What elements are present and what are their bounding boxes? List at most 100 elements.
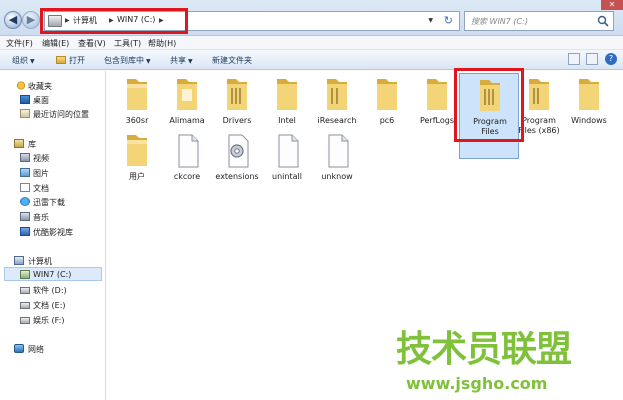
sidebar-item-network[interactable]: 网络 bbox=[0, 342, 106, 356]
sidebar-label: 库 bbox=[28, 140, 36, 149]
sidebar-item-xunlei[interactable]: 迅雷下载 bbox=[0, 195, 106, 209]
sidebar-label: 图片 bbox=[33, 169, 49, 178]
folder-icon bbox=[327, 79, 347, 110]
system-drive-icon bbox=[20, 270, 30, 279]
dropdown-arrow-icon: ▼ bbox=[146, 58, 151, 65]
sidebar-label: 文档 (E:) bbox=[33, 301, 66, 310]
close-window-button[interactable]: ✕ bbox=[601, 0, 623, 10]
sidebar-item-drive-e[interactable]: 文档 (E:) bbox=[0, 298, 106, 312]
open-button[interactable]: 打开 bbox=[56, 55, 85, 66]
sidebar-label: WIN7 (C:) bbox=[33, 270, 72, 279]
folder-icon bbox=[377, 79, 397, 110]
library-icon bbox=[14, 139, 24, 148]
dropdown-arrow-icon: ▼ bbox=[30, 58, 35, 65]
sidebar-item-documents[interactable]: 文档 bbox=[0, 181, 106, 195]
sidebar-item-youku[interactable]: 优酷影视库 bbox=[0, 225, 106, 239]
sidebar-label: 收藏夹 bbox=[28, 82, 52, 91]
folder-icon bbox=[277, 79, 297, 110]
sidebar-item-videos[interactable]: 视频 bbox=[0, 151, 106, 165]
sidebar-label: 娱乐 (F:) bbox=[33, 316, 65, 325]
watermark-url: www.jsgho.com bbox=[406, 374, 548, 393]
dropdown-arrow-icon: ▼ bbox=[188, 58, 193, 65]
forward-button[interactable]: ▶ bbox=[22, 11, 40, 29]
drive-icon bbox=[20, 317, 30, 324]
watermark: 技术员联盟 www.jsgho.com bbox=[396, 320, 596, 398]
preview-pane-icon[interactable] bbox=[586, 53, 599, 65]
video-library-icon bbox=[20, 227, 30, 236]
settings-file-icon bbox=[228, 134, 249, 168]
address-dropdown-icon[interactable]: ▼ bbox=[428, 17, 433, 24]
sidebar-label: 软件 (D:) bbox=[33, 286, 67, 295]
open-label: 打开 bbox=[69, 56, 85, 65]
video-icon bbox=[20, 153, 30, 162]
sidebar-label: 视频 bbox=[33, 154, 49, 163]
folder-icon bbox=[579, 79, 599, 110]
share-label: 共享 bbox=[170, 56, 186, 65]
star-icon bbox=[16, 81, 26, 90]
file-item[interactable]: unknow bbox=[307, 129, 367, 215]
network-icon bbox=[14, 344, 24, 353]
drive-icon bbox=[20, 287, 30, 294]
sidebar-item-pictures[interactable]: 图片 bbox=[0, 166, 106, 180]
folder-icon bbox=[127, 135, 147, 166]
search-icon[interactable] bbox=[597, 15, 609, 27]
back-button[interactable]: ◀ bbox=[4, 11, 22, 29]
menu-help[interactable]: 帮助(H) bbox=[148, 38, 176, 49]
explorer-window: ◀ ▶ ▶ 计算机 ▶ WIN7 (C:) ▶ ▼ ↻ 搜索 WIN7 (C:)… bbox=[0, 0, 623, 400]
help-icon[interactable]: ? bbox=[605, 53, 617, 65]
file-name-line: Files (x86) bbox=[518, 126, 560, 135]
search-placeholder: 搜索 WIN7 (C:) bbox=[471, 17, 528, 26]
folder-icon bbox=[529, 79, 549, 110]
document-icon bbox=[20, 183, 30, 192]
sidebar-item-recent[interactable]: 最近访问的位置 bbox=[0, 107, 106, 121]
folder-icon bbox=[427, 79, 447, 110]
include-label: 包含到库中 bbox=[104, 56, 144, 65]
sidebar-item-computer[interactable]: 计算机 bbox=[0, 254, 106, 268]
file-name: unknow bbox=[321, 172, 353, 181]
file-name: Windows bbox=[571, 116, 607, 125]
share-button[interactable]: 共享 ▼ bbox=[170, 55, 193, 66]
desktop-icon bbox=[20, 95, 30, 104]
computer-icon bbox=[14, 256, 24, 265]
menu-edit[interactable]: 编辑(E) bbox=[42, 38, 69, 49]
recent-places-icon bbox=[20, 109, 30, 118]
folder-item[interactable]: Windows bbox=[559, 73, 619, 159]
organize-label: 组织 bbox=[12, 56, 28, 65]
sidebar-item-drive-c[interactable]: WIN7 (C:) bbox=[4, 267, 102, 281]
view-mode-icon[interactable] bbox=[567, 53, 580, 65]
include-in-library-button[interactable]: 包含到库中 ▼ bbox=[104, 55, 151, 66]
watermark-title: 技术员联盟 bbox=[396, 329, 572, 370]
search-box[interactable]: 搜索 WIN7 (C:) bbox=[464, 11, 614, 31]
menu-file[interactable]: 文件(F) bbox=[6, 38, 33, 49]
command-toolbar: 组织 ▼ 打开 包含到库中 ▼ 共享 ▼ 新建文件夹 ? bbox=[0, 50, 623, 70]
drive-icon bbox=[20, 302, 30, 309]
sidebar-item-drive-d[interactable]: 软件 (D:) bbox=[0, 283, 106, 297]
sidebar-label: 最近访问的位置 bbox=[33, 110, 89, 119]
sidebar-label: 优酷影视库 bbox=[33, 228, 73, 237]
blank-file-icon bbox=[328, 134, 349, 168]
menu-view[interactable]: 查看(V) bbox=[78, 38, 106, 49]
organize-button[interactable]: 组织 ▼ bbox=[12, 55, 35, 66]
folder-icon bbox=[227, 79, 247, 110]
sidebar-item-music[interactable]: 音乐 bbox=[0, 210, 106, 224]
menu-bar: 文件(F) 编辑(E) 查看(V) 工具(T) 帮助(H) bbox=[0, 36, 623, 50]
file-name-line: Program bbox=[522, 116, 556, 125]
sidebar-item-drive-f[interactable]: 娱乐 (F:) bbox=[0, 313, 106, 327]
sidebar-item-favorites[interactable]: 收藏夹 bbox=[0, 79, 106, 93]
sidebar-item-desktop[interactable]: 桌面 bbox=[0, 93, 106, 107]
sidebar-item-libraries[interactable]: 库 bbox=[0, 137, 106, 151]
menu-tools[interactable]: 工具(T) bbox=[114, 38, 141, 49]
blank-file-icon bbox=[178, 134, 199, 168]
music-icon bbox=[20, 212, 30, 221]
refresh-icon[interactable]: ↻ bbox=[444, 14, 453, 27]
navigation-pane: 收藏夹 桌面 最近访问的位置 库 视频 图片 文档 迅雷下载 音乐 优酷影视库 … bbox=[0, 71, 106, 400]
xunlei-download-icon bbox=[20, 197, 30, 206]
sidebar-label: 桌面 bbox=[33, 96, 49, 105]
view-controls: ? bbox=[564, 53, 617, 65]
sidebar-label: 文档 bbox=[33, 184, 49, 193]
open-icon bbox=[56, 56, 66, 64]
picture-icon bbox=[20, 168, 30, 177]
program-files-highlight-box bbox=[454, 68, 524, 142]
folder-icon bbox=[177, 79, 197, 110]
new-folder-button[interactable]: 新建文件夹 bbox=[212, 55, 252, 66]
